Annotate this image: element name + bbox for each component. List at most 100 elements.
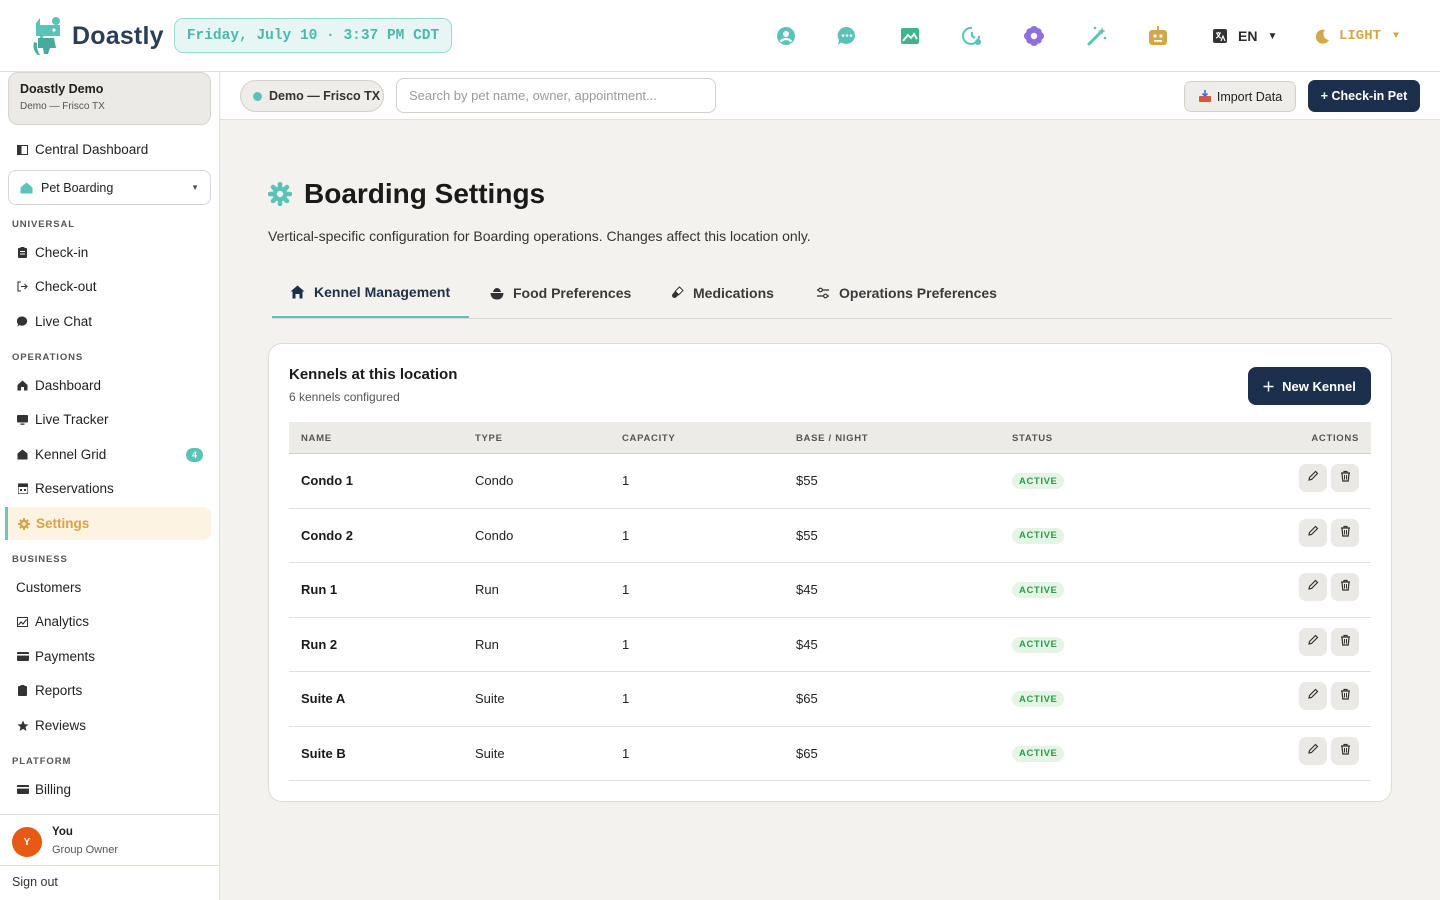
moon-icon [1315, 29, 1329, 44]
tab-operations-preferences[interactable]: Operations Preferences [798, 268, 1015, 318]
robot-icon[interactable] [1146, 24, 1170, 48]
delete-button[interactable] [1331, 736, 1359, 765]
sidebar-item-live-chat[interactable]: Live Chat [8, 305, 214, 338]
column-header-actions: ACTIONS [1311, 433, 1359, 444]
pill-icon [672, 286, 684, 298]
sidebar-item-analytics[interactable]: Analytics [8, 605, 214, 638]
home-icon [20, 182, 33, 193]
new-kennel-button[interactable]: New Kennel [1248, 367, 1371, 405]
edit-button[interactable] [1299, 518, 1327, 547]
language-selector[interactable]: EN ▼ [1212, 24, 1277, 48]
tab-label: Food Preferences [513, 285, 632, 301]
trash-icon [1340, 578, 1351, 596]
theme-toggle[interactable]: LIGHT ▼ [1314, 24, 1399, 48]
table-row[interactable]: Suite B Suite 1 $65 ACTIVE [289, 727, 1371, 781]
history-icon[interactable] [960, 24, 984, 48]
sign-out-link[interactable]: Sign out [12, 875, 58, 889]
sidebar-item-billing[interactable]: Billing [8, 773, 214, 806]
kennel-base-rate: $45 [796, 582, 818, 597]
chat-icon[interactable] [835, 24, 859, 48]
pencil-icon [1307, 469, 1319, 487]
kennel-base-rate: $65 [796, 691, 818, 706]
kennel-capacity: 1 [622, 527, 630, 543]
import-data-button[interactable]: Import Data [1184, 81, 1296, 112]
flower-icon[interactable] [1022, 24, 1046, 48]
edit-button[interactable] [1299, 736, 1327, 765]
monitor-icon [16, 413, 29, 426]
table-row[interactable]: Condo 1 Condo 1 $55 ACTIVE [289, 454, 1371, 509]
clipboard-icon [16, 684, 29, 697]
column-header-type[interactable]: TYPE [475, 433, 503, 444]
kennel-base-rate: $55 [796, 527, 818, 543]
sidebar-item-reports[interactable]: Reports [8, 674, 214, 707]
location-selector[interactable]: Demo — Frisco TX [240, 80, 384, 112]
status-badge: ACTIVE [1012, 745, 1065, 762]
profile-icon[interactable] [774, 24, 798, 48]
edit-button[interactable] [1299, 682, 1327, 710]
sidebar-item-kennel-grid[interactable]: Kennel Grid 4 [8, 438, 214, 471]
sidebar: Doastly Demo Demo — Frisco TX Central Da… [0, 72, 220, 900]
search-input[interactable] [396, 78, 716, 113]
edit-button[interactable] [1299, 573, 1327, 601]
table-row[interactable]: Run 2 Run 1 $45 ACTIVE [289, 618, 1371, 672]
image-icon[interactable] [898, 24, 922, 48]
delete-button[interactable] [1331, 464, 1359, 492]
trash-icon [1340, 633, 1351, 651]
chevron-down-icon: ▼ [1393, 30, 1400, 42]
table-row[interactable]: Suite A Suite 1 $65 ACTIVE [289, 672, 1371, 727]
translate-icon [1213, 29, 1227, 43]
sidebar-item-label: Reservations [35, 481, 114, 496]
sidebar-item-central-dashboard[interactable]: Central Dashboard [8, 133, 214, 166]
settings-tabs: Kennel Management Food Preferences Medic… [272, 268, 1392, 319]
sidebar-item-check-out[interactable]: Check-out [8, 270, 214, 303]
dog-logo-icon [33, 17, 60, 55]
kennel-capacity: 1 [622, 745, 630, 761]
table-row[interactable]: Condo 2 Condo 1 $55 ACTIVE [289, 509, 1371, 563]
status-badge: ACTIVE [1012, 473, 1065, 489]
org-location: Demo — Frisco TX [20, 101, 105, 112]
column-header-base-night[interactable]: BASE / NIGHT [796, 433, 868, 444]
pencil-icon [1307, 578, 1319, 596]
tab-kennel-management[interactable]: Kennel Management [272, 268, 469, 318]
credit-card-icon [16, 783, 29, 796]
import-data-label: Import Data [1216, 89, 1283, 104]
table-row[interactable]: Run 1 Run 1 $45 ACTIVE [289, 563, 1371, 618]
sidebar-item-dashboard[interactable]: Dashboard [8, 369, 214, 402]
edit-button[interactable] [1299, 464, 1327, 492]
star-icon [16, 719, 29, 732]
delete-button[interactable] [1331, 682, 1359, 710]
column-header-status[interactable]: STATUS [1012, 433, 1053, 444]
tab-medications[interactable]: Medications [652, 268, 792, 318]
user-profile[interactable]: Y You Group Owner [0, 814, 219, 866]
sidebar-item-live-tracker[interactable]: Live Tracker [8, 403, 214, 436]
vertical-selector[interactable]: Pet Boarding ▼ [8, 170, 211, 205]
status-badge: ACTIVE [1012, 527, 1065, 544]
tab-food-preferences[interactable]: Food Preferences [472, 268, 649, 318]
kennel-type: Condo [475, 527, 514, 543]
check-in-pet-button[interactable]: + Check-in Pet [1308, 80, 1420, 112]
org-name: Doastly Demo [20, 82, 104, 96]
sidebar-item-reviews[interactable]: Reviews [8, 709, 214, 742]
logo[interactable]: Doastly [30, 14, 164, 58]
column-header-name[interactable]: NAME [301, 433, 332, 444]
kennel-base-rate: $55 [796, 473, 818, 488]
datetime-pill: Friday, July 10 · 3:37 PM CDT [174, 18, 452, 53]
sidebar-item-check-in[interactable]: Check-in [8, 236, 214, 269]
trash-icon [1340, 742, 1351, 760]
magic-wand-icon[interactable] [1085, 24, 1109, 48]
kennel-capacity: 1 [622, 636, 630, 652]
sidebar-item-label: Customers [16, 580, 82, 595]
delete-button[interactable] [1331, 518, 1359, 547]
sidebar-item-settings[interactable]: Settings [5, 507, 211, 540]
sidebar-item-payments[interactable]: Payments [8, 640, 214, 673]
delete-button[interactable] [1331, 573, 1359, 601]
org-switcher[interactable]: Doastly Demo Demo — Frisco TX [8, 72, 211, 125]
status-badge: ACTIVE [1012, 582, 1065, 598]
column-header-capacity[interactable]: CAPACITY [622, 433, 675, 444]
sidebar-item-reservations[interactable]: Reservations [8, 472, 214, 505]
edit-button[interactable] [1299, 627, 1327, 656]
sidebar-item-customers[interactable]: Customers [8, 571, 214, 604]
delete-button[interactable] [1331, 627, 1359, 656]
kennel-type: Run [475, 636, 499, 652]
chevron-down-icon: ▼ [1267, 30, 1278, 42]
